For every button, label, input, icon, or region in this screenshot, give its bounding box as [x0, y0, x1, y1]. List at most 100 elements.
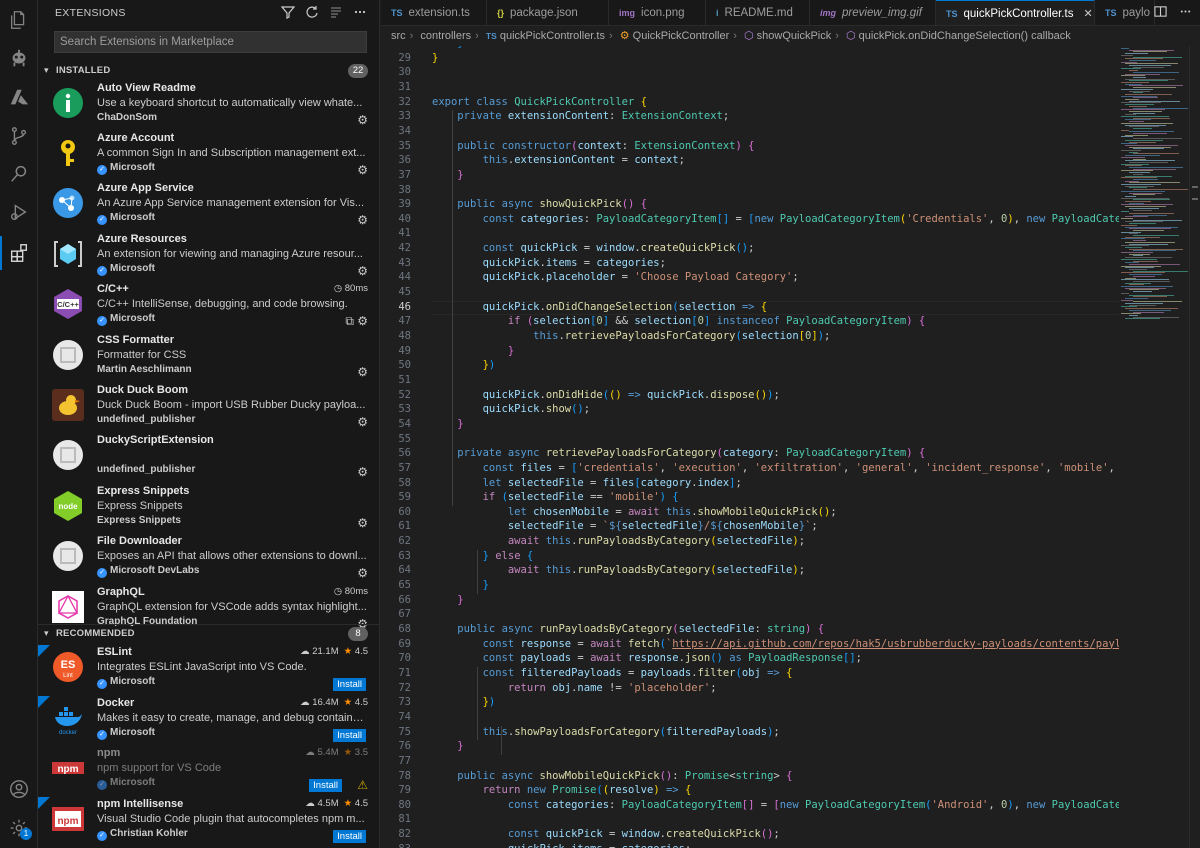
code-line[interactable]: const categories: PayloadCategoryItem[] … [432, 213, 1119, 225]
split-editor-icon[interactable] [1154, 5, 1167, 21]
code-line[interactable]: } [432, 46, 463, 49]
code-line[interactable]: } [432, 418, 463, 430]
code-line[interactable]: if (selection[0] && selection[0] instanc… [432, 315, 925, 327]
code-line[interactable]: private async retrievePayloadsForCategor… [432, 447, 925, 459]
code-line[interactable]: await this.runPayloadsByCategory(selecte… [432, 564, 805, 576]
code-line[interactable]: await this.runPayloadsByCategory(selecte… [432, 535, 805, 547]
close-icon[interactable]: ✕ [1083, 7, 1092, 20]
code-line[interactable]: quickPick.show(); [432, 403, 591, 415]
source-control-icon[interactable] [7, 124, 31, 148]
code-line[interactable]: quickPick.items = categories; [432, 257, 666, 269]
run-debug-icon[interactable] [7, 200, 31, 224]
explorer-icon[interactable] [7, 8, 31, 32]
extension-item-azure-resources[interactable]: Azure Resources An extension for viewing … [38, 232, 379, 282]
breadcrumb-item[interactable]: quickPick.onDidChangeSelection() callbac… [859, 30, 1071, 42]
breadcrumb-item[interactable]: quickPickController.ts [500, 30, 605, 42]
recommended-section-header[interactable]: ▾ RECOMMENDED 8 [38, 624, 379, 644]
install-button[interactable]: Install [333, 678, 366, 691]
azure-icon[interactable] [7, 86, 31, 110]
filter-icon[interactable] [280, 5, 296, 19]
extensions-icon[interactable] [7, 241, 31, 265]
code-line[interactable]: private extensionContent: ExtensionConte… [432, 110, 729, 122]
tab-quickpickcontroller-ts[interactable]: TS quickPickController.ts ✕ [936, 0, 1095, 25]
more-actions-icon[interactable] [353, 5, 367, 19]
manage-gear-icon[interactable]: ⧉ ⚙ [345, 314, 368, 329]
install-button[interactable]: Install [309, 779, 342, 792]
tab-package-json[interactable]: {} package.json [487, 0, 609, 25]
manage-gear-icon[interactable]: ⚙ [357, 213, 368, 227]
code-line[interactable]: let chosenMobile = await this.showMobile… [432, 506, 837, 518]
manage-gear-icon[interactable]: ⚙ [357, 163, 368, 177]
code-line[interactable]: return new Promise((resolve) => { [432, 784, 692, 796]
code-line[interactable]: return obj.name != 'placeholder'; [432, 682, 717, 694]
installed-section-header[interactable]: ▾ INSTALLED 22 [38, 61, 379, 81]
code-line[interactable]: public async runPayloadsByCategory(selec… [432, 623, 824, 635]
code-line[interactable]: public async showQuickPick() { [432, 198, 647, 210]
code-line[interactable]: quickPick.onDidHide(() => quickPick.disp… [432, 389, 780, 401]
code-line[interactable]: const quickPick = window.createQuickPick… [432, 828, 780, 840]
code-line[interactable]: const response = await fetch(`https://ap… [432, 638, 1119, 650]
tab-paylo[interactable]: TS paylo [1095, 0, 1155, 25]
search-icon[interactable] [7, 162, 31, 186]
code-line[interactable]: quickPick.placeholder = 'Choose Payload … [432, 271, 799, 283]
extensions-search-input[interactable]: Search Extensions in Marketplace [54, 31, 367, 53]
recommended-item-docker[interactable]: docker Docker Makes it easy to create, man… [38, 696, 379, 746]
extension-item-azure-account[interactable]: Azure Account A common Sign In and Subscr… [38, 131, 379, 181]
code-line[interactable]: let selectedFile = files[category.index]… [432, 477, 742, 489]
code-line[interactable]: public async showMobileQuickPick(): Prom… [432, 770, 792, 782]
account-icon[interactable] [7, 777, 31, 801]
install-button[interactable]: Install [333, 729, 366, 742]
code-line[interactable]: const quickPick = window.createQuickPick… [432, 242, 755, 254]
code-line[interactable]: const filteredPayloads = payloads.filter… [432, 667, 793, 679]
code-line[interactable]: } [432, 169, 463, 181]
extension-item-duck-duck-boom[interactable]: Duck Duck Boom Duck Duck Boom - import US… [38, 383, 379, 433]
code-line[interactable]: }) [432, 359, 496, 371]
extension-item-auto-view-readme[interactable]: Auto View Readme Use a keyboard shortcut … [38, 81, 379, 131]
code-line[interactable]: public constructor(context: ExtensionCon… [432, 140, 754, 152]
install-button[interactable]: Install [333, 830, 366, 843]
code-line[interactable]: this.retrievePayloadsForCategory(selecti… [432, 330, 830, 342]
manage-gear-icon[interactable]: ⚙ [357, 566, 368, 580]
extension-item-file-downloader[interactable]: File Downloader Exposes an API that allow… [38, 534, 379, 584]
code-line[interactable]: } [432, 740, 463, 752]
code-line[interactable]: } [432, 345, 514, 357]
code-line[interactable]: } [432, 52, 438, 64]
code-line[interactable]: } else { [432, 550, 534, 562]
breadcrumb-item[interactable]: src [391, 30, 406, 42]
breadcrumb-item[interactable]: showQuickPick [757, 30, 832, 42]
code-editor[interactable]: 28 } 29} 3031 32 export class QuickPickContr… [381, 46, 1119, 848]
refresh-icon[interactable] [305, 5, 319, 19]
code-line[interactable]: selectedFile = `${selectedFile}/${chosen… [432, 520, 818, 532]
tab-extension-ts[interactable]: TS extension.ts [381, 0, 487, 25]
manage-gear-icon[interactable]: ⚙ [357, 365, 368, 379]
code-line[interactable]: } [432, 579, 489, 591]
warning-icon[interactable]: ⚠ [357, 778, 368, 792]
more-actions-icon[interactable] [1179, 5, 1192, 21]
clear-icon[interactable] [329, 5, 343, 19]
code-line[interactable]: this.showPayloadsForCategory(filteredPay… [432, 726, 780, 738]
tab-readme-md[interactable]: i README.md [706, 0, 810, 25]
alien-icon[interactable] [7, 46, 31, 70]
recommended-item-eslint[interactable]: ES Lint ESLint Integrates ESLint JavaScript… [38, 645, 379, 695]
extension-item-css-formatter[interactable]: CSS Formatter Formatter for CSS Martin Aes… [38, 333, 379, 383]
code-line[interactable]: if (selectedFile == 'mobile') { [432, 491, 679, 503]
breadcrumb-item[interactable]: controllers [420, 30, 471, 42]
breadcrumb-item[interactable]: QuickPickController [633, 30, 730, 42]
code-line[interactable]: const payloads = await response.json() a… [432, 652, 862, 664]
recommended-item-npm[interactable]: npm npm npm support for VS Code ✓ Microsoft ☁… [38, 746, 379, 796]
code-line[interactable]: }) [432, 696, 496, 708]
tab-icon-png[interactable]: img icon.png [609, 0, 706, 25]
code-line[interactable]: const categories: PayloadCategoryItem[] … [432, 799, 1119, 811]
minimap[interactable] [1119, 46, 1189, 848]
code-line[interactable]: const files = ['credentials', 'execution… [432, 462, 1119, 474]
tab-preview-img-gif[interactable]: img preview_img.gif [810, 0, 936, 25]
code-line[interactable]: quickPick.onDidChangeSelection(selection… [432, 301, 768, 313]
manage-gear-icon[interactable]: ⚙ [357, 264, 368, 278]
code-line[interactable]: quickPick.items = categories; [432, 843, 691, 848]
vertical-scrollbar[interactable] [1189, 46, 1200, 848]
code-line[interactable]: this.extensionContent = context; [432, 154, 685, 166]
manage-gear-icon[interactable]: ⚙ [357, 516, 368, 530]
extension-item-azure-app-service[interactable]: Azure App Service An Azure App Service ma… [38, 181, 379, 231]
manage-gear-icon[interactable]: ⚙ [357, 113, 368, 127]
code-line[interactable]: export class QuickPickController { [432, 96, 647, 108]
